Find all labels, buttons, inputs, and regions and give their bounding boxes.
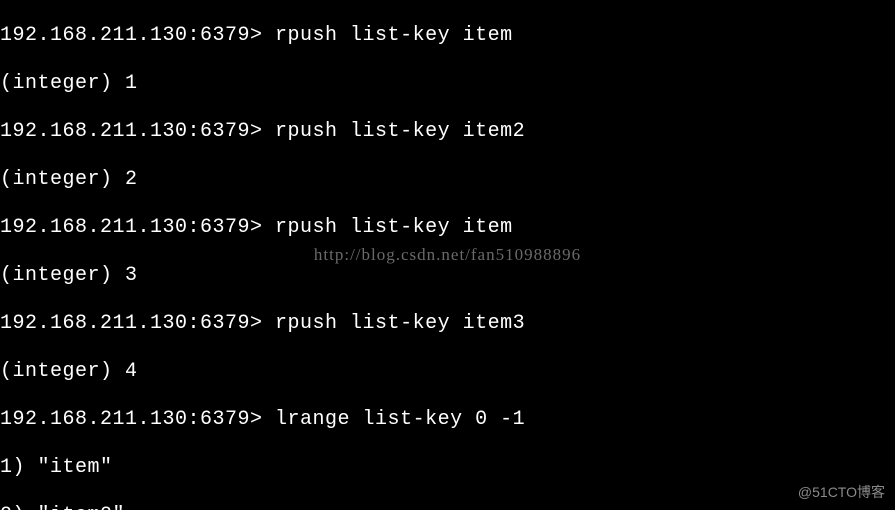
terminal-line: (integer) 1 [0,72,895,96]
terminal-line: 192.168.211.130:6379> rpush list-key ite… [0,24,895,48]
terminal-line: (integer) 2 [0,168,895,192]
terminal-line: 192.168.211.130:6379> rpush list-key ite… [0,120,895,144]
terminal-line: 2) "item2" [0,504,895,510]
terminal-line: 192.168.211.130:6379> lrange list-key 0 … [0,408,895,432]
terminal-line: 192.168.211.130:6379> rpush list-key ite… [0,216,895,240]
terminal-line: 1) "item" [0,456,895,480]
terminal-line: (integer) 4 [0,360,895,384]
terminal[interactable]: 192.168.211.130:6379> rpush list-key ite… [0,0,895,510]
terminal-line: (integer) 3 [0,264,895,288]
terminal-line: 192.168.211.130:6379> rpush list-key ite… [0,312,895,336]
